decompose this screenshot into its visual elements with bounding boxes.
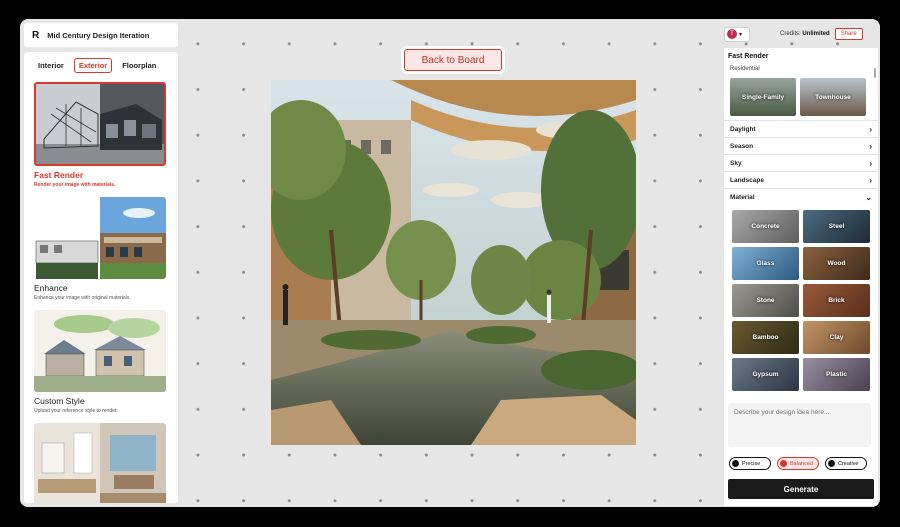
material-label: Plastic <box>826 371 847 378</box>
enhance-description: Enhance your image with original materia… <box>34 295 131 301</box>
user-menu[interactable]: T ▾ <box>724 26 750 42</box>
townhouse-option[interactable]: Townhouse <box>800 78 866 116</box>
material-label: Gypsum <box>752 371 779 378</box>
credits-value: Unlimited <box>802 31 830 37</box>
mode-label: Creative <box>838 460 859 467</box>
render-options-list: Fast Render Render your image with mater… <box>24 74 178 503</box>
chevron-down-icon: ▾ <box>739 31 743 38</box>
accordion-sky[interactable]: Sky › <box>724 154 878 171</box>
enhance-thumbnail[interactable] <box>34 197 166 279</box>
material-label: Brick <box>828 297 845 304</box>
mode-label: Precise <box>742 460 761 467</box>
credits-display: Credits: Unlimited <box>780 31 830 37</box>
generation-modes: Precise Balanced Creative <box>729 457 867 470</box>
tab-interior[interactable]: Interior <box>34 59 68 72</box>
panel-title: Fast Render <box>728 53 769 60</box>
material-label: Stone <box>756 297 775 304</box>
mode-creative[interactable]: Creative <box>825 457 867 470</box>
material-label: Glass <box>756 260 775 267</box>
radio-icon <box>732 460 739 467</box>
townhouse-label: Townhouse <box>815 93 851 101</box>
accordion-season[interactable]: Season › <box>724 137 878 154</box>
accordion-label: Season <box>730 142 754 150</box>
radio-icon <box>780 460 787 467</box>
chevron-down-icon: ⌄ <box>865 192 872 202</box>
accordion-label: Sky <box>730 159 742 167</box>
custom-style-thumbnail[interactable] <box>34 310 166 392</box>
custom-style-title: Custom Style <box>34 396 85 406</box>
material-label: Concrete <box>751 223 780 230</box>
project-title[interactable]: Mid Century Design Iteration <box>47 31 149 40</box>
material-plastic[interactable]: Plastic <box>803 358 870 391</box>
chevron-right-icon: › <box>869 158 872 168</box>
mode-balanced[interactable]: Balanced <box>777 457 819 470</box>
share-button[interactable]: Share <box>834 28 863 40</box>
main-render-image[interactable] <box>271 80 636 445</box>
radio-icon <box>828 460 835 467</box>
material-stone[interactable]: Stone <box>732 284 799 317</box>
fast-render-title: Fast Render <box>34 170 84 180</box>
material-glass[interactable]: Glass <box>732 247 799 280</box>
back-to-board-button[interactable]: Back to Board <box>401 46 505 74</box>
material-brick[interactable]: Brick <box>803 284 870 317</box>
material-label: Steel <box>828 223 845 230</box>
tab-exterior[interactable]: Exterior <box>73 58 113 73</box>
mode-tabs: Interior Exterior Floorplan <box>24 52 178 74</box>
material-gypsum[interactable]: Gypsum <box>732 358 799 391</box>
material-concrete[interactable]: Concrete <box>732 210 799 243</box>
residential-options: Single-Family Townhouse <box>724 76 878 120</box>
material-label: Bamboo <box>752 334 779 341</box>
tab-floorplan[interactable]: Floorplan <box>118 59 160 72</box>
material-bamboo[interactable]: Bamboo <box>732 321 799 354</box>
left-panel: Interior Exterior Floorplan Fast Render … <box>24 52 178 503</box>
residential-label: Residential <box>730 66 760 72</box>
panel-scrollbar[interactable] <box>874 68 876 78</box>
accordion-label: Daylight <box>730 125 756 133</box>
accordion-label: Landscape <box>730 176 764 184</box>
avatar: T <box>727 29 737 39</box>
accordion-landscape[interactable]: Landscape › <box>724 171 878 188</box>
material-clay[interactable]: Clay <box>803 321 870 354</box>
right-panel: Fast Render Residential Single-Family To… <box>724 48 878 506</box>
interior-image <box>34 423 166 503</box>
material-wood[interactable]: Wood <box>803 247 870 280</box>
fast-render-image <box>36 84 164 164</box>
app-window: R Mid Century Design Iteration Interior … <box>20 19 880 507</box>
material-steel[interactable]: Steel <box>803 210 870 243</box>
material-grid: Concrete Steel Glass Wood Stone Brick Ba… <box>724 205 878 391</box>
user-bar: T ▾ Credits: Unlimited Share <box>724 24 876 44</box>
material-label: Wood <box>827 260 846 267</box>
enhance-image <box>34 197 166 279</box>
single-family-option[interactable]: Single-Family <box>730 78 796 116</box>
mode-precise[interactable]: Precise <box>729 457 771 470</box>
material-label: Clay <box>829 334 844 341</box>
enhance-title: Enhance <box>34 283 68 293</box>
single-family-label: Single-Family <box>741 93 785 101</box>
project-title-card: R Mid Century Design Iteration <box>24 23 178 47</box>
interior-thumbnail[interactable] <box>34 423 166 503</box>
chevron-right-icon: › <box>869 141 872 151</box>
fast-render-description: Render your image with materials. <box>34 182 116 188</box>
generate-button[interactable]: Generate <box>728 479 874 499</box>
custom-style-image <box>34 310 166 392</box>
app-logo[interactable]: R <box>32 30 39 41</box>
fast-render-thumbnail[interactable] <box>34 82 166 166</box>
accordion-label: Material <box>730 193 755 201</box>
chevron-right-icon: › <box>869 175 872 185</box>
render-illustration <box>271 80 636 445</box>
mode-label: Balanced <box>790 460 813 467</box>
chevron-right-icon: › <box>869 124 872 134</box>
credits-label: Credits: <box>780 31 801 37</box>
custom-style-description: Upload your reference style to render. <box>34 408 118 414</box>
design-idea-input[interactable] <box>728 403 871 447</box>
accordion-material[interactable]: Material ⌄ <box>724 188 878 205</box>
accordion-daylight[interactable]: Daylight › <box>724 120 878 137</box>
